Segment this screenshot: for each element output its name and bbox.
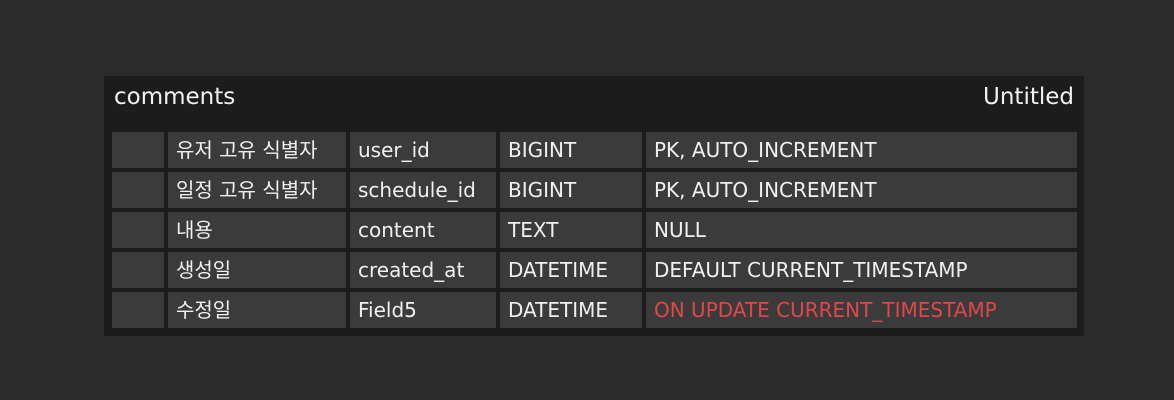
data-type-cell[interactable]: TEXT — [500, 212, 642, 248]
entity-header[interactable]: comments Untitled — [104, 76, 1084, 124]
physical-name-cell[interactable]: content — [350, 212, 496, 248]
column-list: 유저 고유 식별자 user_id BIGINT PK, AUTO_INCREM… — [104, 130, 1084, 330]
option-cell[interactable]: PK, AUTO_INCREMENT — [646, 172, 1077, 208]
option-cell[interactable]: DEFAULT CURRENT_TIMESTAMP — [646, 252, 1077, 288]
key-cell[interactable] — [112, 212, 164, 248]
column-row[interactable]: 내용 content TEXT NULL — [104, 210, 1084, 250]
entity-schema-name: Untitled — [983, 84, 1074, 110]
option-cell[interactable]: PK, AUTO_INCREMENT — [646, 132, 1077, 168]
key-cell[interactable] — [112, 292, 164, 328]
physical-name-cell[interactable]: schedule_id — [350, 172, 496, 208]
physical-name-cell[interactable]: Field5 — [350, 292, 496, 328]
logical-name-cell[interactable]: 내용 — [168, 212, 346, 248]
logical-name-cell[interactable]: 일정 고유 식별자 — [168, 172, 346, 208]
key-cell[interactable] — [112, 252, 164, 288]
data-type-cell[interactable]: DATETIME — [500, 292, 642, 328]
column-row[interactable]: 수정일 Field5 DATETIME ON UPDATE CURRENT_TI… — [104, 290, 1084, 330]
column-row[interactable]: 일정 고유 식별자 schedule_id BIGINT PK, AUTO_IN… — [104, 170, 1084, 210]
physical-name-cell[interactable]: created_at — [350, 252, 496, 288]
entity-name[interactable]: comments — [114, 84, 235, 110]
logical-name-cell[interactable]: 유저 고유 식별자 — [168, 132, 346, 168]
option-cell[interactable]: NULL — [646, 212, 1077, 248]
data-type-cell[interactable]: BIGINT — [500, 172, 642, 208]
physical-name-cell[interactable]: user_id — [350, 132, 496, 168]
key-cell[interactable] — [112, 132, 164, 168]
option-cell-warning[interactable]: ON UPDATE CURRENT_TIMESTAMP — [646, 292, 1077, 328]
data-type-cell[interactable]: DATETIME — [500, 252, 642, 288]
entity-table-comments[interactable]: comments Untitled 유저 고유 식별자 user_id BIGI… — [104, 76, 1084, 336]
column-row[interactable]: 유저 고유 식별자 user_id BIGINT PK, AUTO_INCREM… — [104, 130, 1084, 170]
logical-name-cell[interactable]: 수정일 — [168, 292, 346, 328]
data-type-cell[interactable]: BIGINT — [500, 132, 642, 168]
logical-name-cell[interactable]: 생성일 — [168, 252, 346, 288]
column-row[interactable]: 생성일 created_at DATETIME DEFAULT CURRENT_… — [104, 250, 1084, 290]
erd-canvas[interactable]: comments Untitled 유저 고유 식별자 user_id BIGI… — [0, 0, 1174, 400]
key-cell[interactable] — [112, 172, 164, 208]
